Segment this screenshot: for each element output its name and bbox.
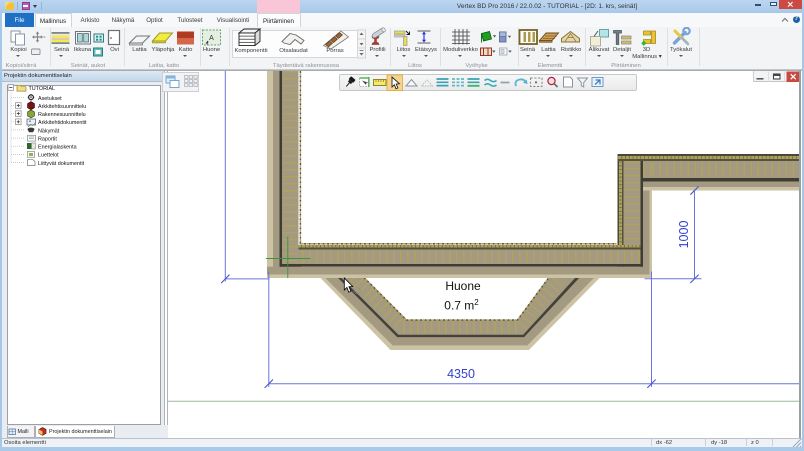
svg-text:Huone: Huone — [445, 279, 481, 293]
svg-text:1000: 1000 — [677, 220, 691, 248]
svg-text:0.7 m2: 0.7 m2 — [444, 298, 479, 313]
svg-text:Arkkitehtidokumentit: Arkkitehtidokumentit — [38, 120, 87, 126]
svg-text:Rakennesuunnittelu: Rakennesuunnittelu — [38, 112, 86, 118]
svg-text:Luettelot: Luettelot — [38, 152, 59, 158]
svg-text:Näkymät: Näkymät — [38, 128, 60, 134]
svg-text:Liittyvät dokumentit: Liittyvät dokumentit — [38, 160, 85, 166]
svg-text:A: A — [209, 35, 214, 42]
svg-text:Asetukset: Asetukset — [38, 95, 62, 101]
svg-text:Raportit: Raportit — [38, 136, 57, 142]
svg-text:4350: 4350 — [447, 367, 475, 381]
svg-text:Arkkitehtisuunnittelu: Arkkitehtisuunnittelu — [38, 103, 86, 109]
svg-text:Energialaskenta: Energialaskenta — [38, 144, 77, 150]
svg-text:TUTORIAL: TUTORIAL — [29, 86, 56, 92]
